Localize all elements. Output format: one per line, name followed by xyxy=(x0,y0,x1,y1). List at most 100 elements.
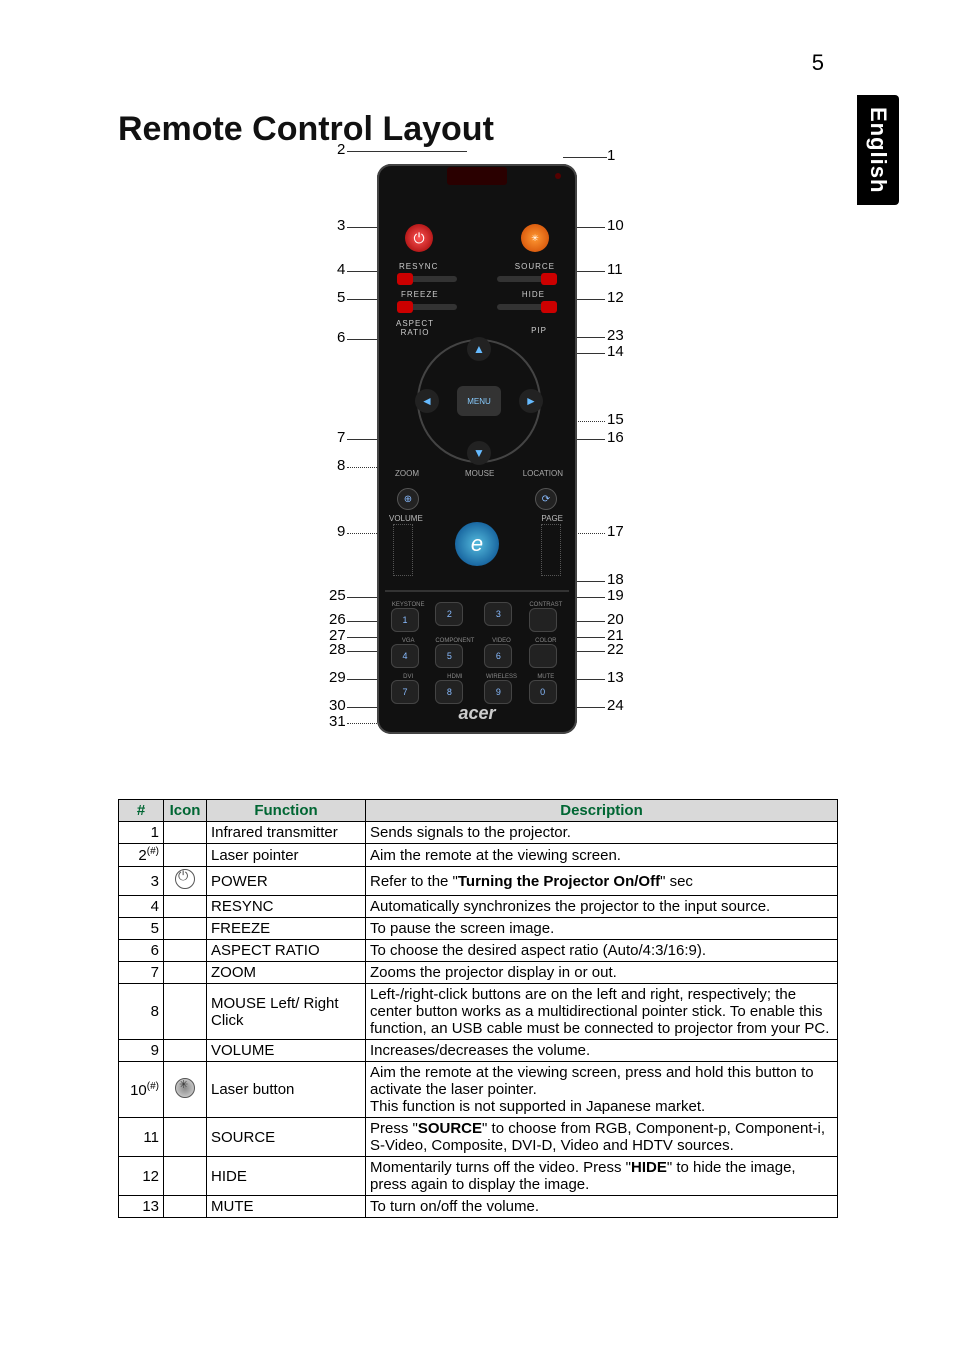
zoom-button[interactable]: ⊕ xyxy=(397,488,419,510)
laser-icon xyxy=(175,1078,195,1098)
table-row: 5 FREEZE To pause the screen image. xyxy=(119,918,838,940)
callout-14: 14 xyxy=(607,343,624,360)
callout-8: 8 xyxy=(337,457,345,474)
cell-icon xyxy=(164,962,207,984)
key-7[interactable]: 7 xyxy=(391,680,419,704)
key-color[interactable] xyxy=(529,644,557,668)
table-row: 10(#) Laser button Aim the remote at the… xyxy=(119,1062,838,1118)
cell-icon xyxy=(164,1062,207,1118)
cell-icon xyxy=(164,940,207,962)
cell-func: Infrared transmitter xyxy=(207,822,366,844)
key-5[interactable]: 5 xyxy=(435,644,463,668)
key-contrast[interactable] xyxy=(529,608,557,632)
cell-icon xyxy=(164,1157,207,1196)
key-3[interactable]: 3 xyxy=(484,602,512,626)
laser-button[interactable]: ✳ xyxy=(521,224,549,252)
cell-icon xyxy=(164,1196,207,1218)
volume-rocker[interactable] xyxy=(393,524,413,576)
cell-num: 9 xyxy=(119,1040,164,1062)
source-slider[interactable] xyxy=(497,276,557,282)
table-row: 1 Infrared transmitter Sends signals to … xyxy=(119,822,838,844)
table-row: 4 RESYNC Automatically synchronizes the … xyxy=(119,896,838,918)
callout-2: 2 xyxy=(337,141,345,158)
remote-diagram: 2 3 4 5 6 7 8 9 25 26 27 28 29 30 31 1 1… xyxy=(0,139,954,779)
key-9[interactable]: 9 xyxy=(484,680,512,704)
table-row: 12 HIDE Momentarily turns off the video.… xyxy=(119,1157,838,1196)
cell-desc: Refer to the "Turning the Projector On/O… xyxy=(366,867,838,896)
key-0[interactable]: 0 xyxy=(529,680,557,704)
callout-16: 16 xyxy=(607,429,624,446)
callout-19: 19 xyxy=(607,587,624,604)
callout-17: 17 xyxy=(607,523,624,540)
page-rocker[interactable] xyxy=(541,524,561,576)
cell-num: 13 xyxy=(119,1196,164,1218)
key-label-keystone: KEYSTONE xyxy=(391,602,425,608)
remote-body: ⏻ ✳ RESYNC SOURCE FREEZE HIDE ASPECT RAT… xyxy=(377,164,577,734)
key-4[interactable]: 4 xyxy=(391,644,419,668)
callout-10: 10 xyxy=(607,217,624,234)
cell-func: RESYNC xyxy=(207,896,366,918)
callout-29: 29 xyxy=(329,669,346,686)
table-row: 3 POWER Refer to the "Turning the Projec… xyxy=(119,867,838,896)
key-1[interactable]: 1 xyxy=(391,608,419,632)
cell-num: 12 xyxy=(119,1157,164,1196)
callout-25: 25 xyxy=(329,587,346,604)
cell-desc: To choose the desired aspect ratio (Auto… xyxy=(366,940,838,962)
callout-1: 1 xyxy=(607,147,615,164)
hide-slider[interactable] xyxy=(497,304,557,310)
page-number: 5 xyxy=(812,50,824,76)
cell-desc: Left-/right-click buttons are on the lef… xyxy=(366,984,838,1040)
cell-func: VOLUME xyxy=(207,1040,366,1062)
label-location: LOCATION xyxy=(523,469,563,478)
callout-13: 13 xyxy=(607,669,624,686)
label-volume: VOLUME xyxy=(389,514,423,523)
th-desc: Description xyxy=(366,800,838,822)
label-hide: HIDE xyxy=(522,290,545,299)
keypad: KEYSTONE 1 2 3 CONTRAST xyxy=(391,602,563,704)
function-table: # Icon Function Description 1 Infrared t… xyxy=(118,799,838,1218)
cell-num: 8 xyxy=(119,984,164,1040)
callout-4: 4 xyxy=(337,261,345,278)
label-resync: RESYNC xyxy=(399,262,438,271)
table-row: 8 MOUSE Left/ Right Click Left-/right-cl… xyxy=(119,984,838,1040)
cell-func: ASPECT RATIO xyxy=(207,940,366,962)
cell-func: SOURCE xyxy=(207,1118,366,1157)
th-func: Function xyxy=(207,800,366,822)
cell-func: Laser button xyxy=(207,1062,366,1118)
key-8[interactable]: 8 xyxy=(435,680,463,704)
freeze-slider[interactable] xyxy=(397,304,457,310)
empowering-button[interactable]: e xyxy=(455,522,499,566)
key-label-wireless: WIRELESS xyxy=(484,674,518,680)
callout-22: 22 xyxy=(607,641,624,658)
label-aspect-ratio: ASPECT RATIO xyxy=(395,319,435,337)
language-tab: English xyxy=(857,95,899,205)
cell-num: 10(#) xyxy=(119,1062,164,1118)
callout-18: 18 xyxy=(607,571,624,588)
table-row: 6 ASPECT RATIO To choose the desired asp… xyxy=(119,940,838,962)
label-zoom: ZOOM xyxy=(395,469,419,478)
cell-desc: To pause the screen image. xyxy=(366,918,838,940)
key-label-contrast: CONTRAST xyxy=(529,602,563,608)
nav-left[interactable]: ◄ xyxy=(415,389,439,413)
cell-icon xyxy=(164,867,207,896)
menu-button[interactable]: MENU xyxy=(457,386,501,416)
callout-5: 5 xyxy=(337,289,345,306)
key-2[interactable]: 2 xyxy=(435,602,463,626)
callout-26: 26 xyxy=(329,611,346,628)
cell-desc: To turn on/off the volume. xyxy=(366,1196,838,1218)
resync-slider[interactable] xyxy=(397,276,457,282)
location-button[interactable]: ⟳ xyxy=(535,488,557,510)
cell-desc: Zooms the projector display in or out. xyxy=(366,962,838,984)
key-6[interactable]: 6 xyxy=(484,644,512,668)
callout-20: 20 xyxy=(607,611,624,628)
cell-icon xyxy=(164,1040,207,1062)
nav-right[interactable]: ► xyxy=(519,389,543,413)
label-mouse: MOUSE xyxy=(465,469,494,478)
power-button[interactable]: ⏻ xyxy=(405,224,433,252)
nav-down[interactable]: ▼ xyxy=(467,441,491,465)
cell-icon xyxy=(164,918,207,940)
nav-up[interactable]: ▲ xyxy=(467,337,491,361)
callout-31: 31 xyxy=(329,713,346,730)
table-row: 7 ZOOM Zooms the projector display in or… xyxy=(119,962,838,984)
cell-desc: Momentarily turns off the video. Press "… xyxy=(366,1157,838,1196)
